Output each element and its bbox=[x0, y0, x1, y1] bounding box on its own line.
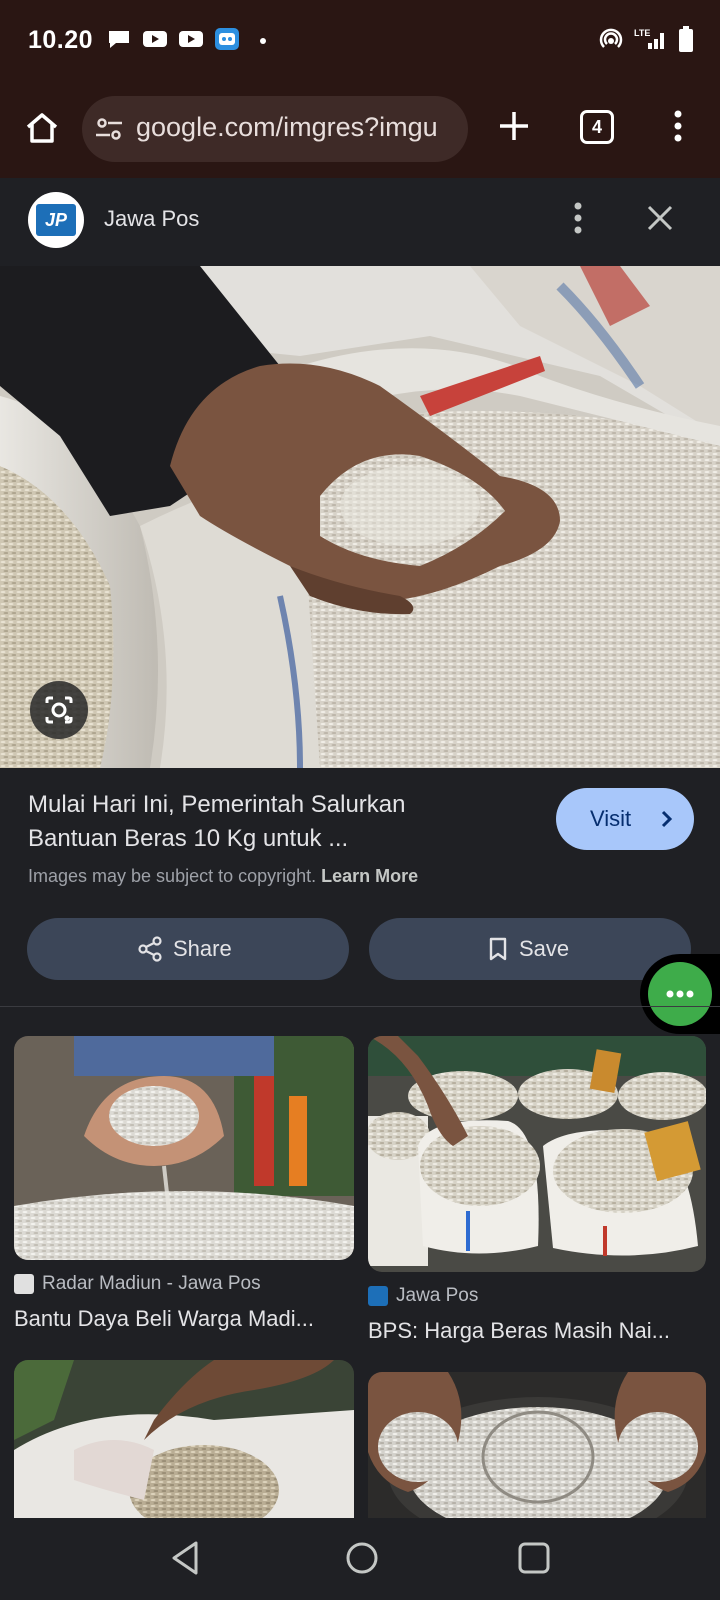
source-name[interactable]: Jawa Pos bbox=[104, 206, 199, 232]
system-icons: LTE bbox=[598, 26, 694, 52]
related-source-label-1: Radar Madiun - Jawa Pos bbox=[42, 1273, 261, 1294]
source-favicon-2 bbox=[368, 1286, 388, 1306]
recents-button[interactable] bbox=[514, 1538, 554, 1578]
related-image-3[interactable] bbox=[14, 1360, 354, 1540]
status-time: 10.20 bbox=[28, 26, 94, 54]
notification-icons bbox=[106, 28, 240, 50]
hotspot-icon bbox=[599, 28, 623, 48]
result-title-line-1: Mulai Hari Ini, Pemerintah Salurkan bbox=[28, 791, 406, 818]
source-logo-mark: JP bbox=[36, 204, 76, 236]
status-bar: 10.20 LTE bbox=[0, 0, 720, 84]
section-divider bbox=[0, 1006, 720, 1007]
related-title-1[interactable]: Bantu Daya Beli Warga Madi... bbox=[14, 1306, 314, 1332]
home-nav-button[interactable] bbox=[342, 1538, 382, 1578]
google-lens-icon bbox=[45, 696, 73, 724]
signal-icon: LTE bbox=[634, 28, 664, 49]
visit-label: Visit bbox=[590, 806, 632, 831]
related-photo-4 bbox=[368, 1372, 706, 1540]
related-image-1[interactable] bbox=[14, 1036, 354, 1260]
tab-switcher-button[interactable]: 4 bbox=[580, 110, 614, 144]
battery-icon bbox=[679, 26, 693, 52]
new-tab-button[interactable] bbox=[494, 106, 534, 146]
share-icon bbox=[138, 936, 162, 962]
related-source-2: Jawa Pos bbox=[368, 1285, 478, 1307]
main-image[interactable] bbox=[0, 266, 720, 768]
related-photo-3 bbox=[14, 1360, 354, 1540]
browser-toolbar: google.com/imgres?imgu 4 bbox=[0, 84, 720, 178]
url-text[interactable]: google.com/imgres?imgu bbox=[136, 112, 438, 143]
floating-chat-bubble[interactable] bbox=[648, 962, 712, 1026]
related-title-2[interactable]: BPS: Harga Beras Masih Nai... bbox=[368, 1318, 670, 1344]
learn-more-link[interactable]: Learn More bbox=[321, 866, 418, 886]
result-title[interactable]: Mulai Hari Ini, Pemerintah Salurkan Bant… bbox=[28, 788, 528, 856]
rice-hand-photo bbox=[0, 266, 720, 768]
result-title-line-2: Bantuan Beras 10 Kg untuk ... bbox=[28, 825, 349, 852]
share-button[interactable]: Share bbox=[27, 918, 349, 980]
youtube-icon bbox=[143, 31, 167, 47]
bookmark-icon bbox=[489, 937, 507, 961]
related-image-4[interactable] bbox=[368, 1372, 706, 1540]
system-nav-bar bbox=[0, 1518, 720, 1600]
network-label: LTE bbox=[634, 28, 650, 38]
close-button[interactable] bbox=[644, 202, 676, 234]
copyright-notice: Images may be subject to copyright. Lear… bbox=[28, 866, 418, 887]
related-photo-1 bbox=[14, 1036, 354, 1260]
related-photo-2 bbox=[368, 1036, 706, 1272]
app-icon bbox=[215, 28, 239, 50]
lens-search-button[interactable] bbox=[30, 681, 88, 739]
chat-icon bbox=[109, 31, 129, 48]
save-button[interactable]: Save bbox=[369, 918, 691, 980]
site-settings-icon[interactable] bbox=[94, 116, 124, 142]
more-notifications-dot bbox=[260, 38, 266, 44]
chevron-right-icon bbox=[661, 810, 673, 828]
related-image-2[interactable] bbox=[368, 1036, 706, 1272]
floating-bubble-dock bbox=[640, 954, 720, 1034]
youtube-icon bbox=[179, 31, 203, 47]
visit-button[interactable]: Visit bbox=[556, 788, 694, 850]
copyright-text: Images may be subject to copyright. bbox=[28, 866, 317, 886]
save-label: Save bbox=[519, 936, 570, 961]
share-label: Share bbox=[173, 936, 232, 961]
related-source-label-2: Jawa Pos bbox=[396, 1285, 479, 1306]
source-header: JP Jawa Pos bbox=[0, 178, 720, 266]
more-options-button[interactable] bbox=[568, 200, 588, 236]
related-source-1: Radar Madiun - Jawa Pos bbox=[14, 1273, 261, 1295]
back-button[interactable] bbox=[166, 1538, 202, 1578]
more-dots-icon bbox=[666, 990, 694, 998]
source-favicon-1 bbox=[14, 1274, 34, 1294]
source-logo: JP bbox=[28, 192, 84, 248]
address-bar[interactable]: google.com/imgres?imgu bbox=[82, 96, 468, 162]
home-button[interactable] bbox=[22, 108, 62, 148]
screen: 10.20 LTE google.com/imgres?imgu 4 JP Ja… bbox=[0, 0, 720, 1600]
browser-menu-button[interactable] bbox=[668, 106, 688, 146]
